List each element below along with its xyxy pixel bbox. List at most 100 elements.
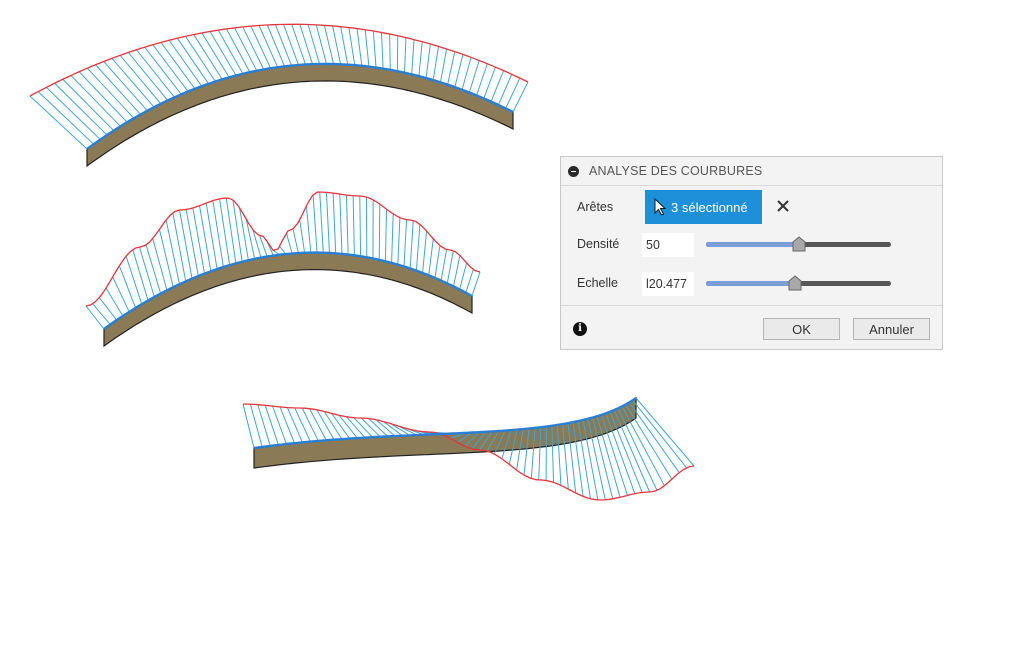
echelle-input[interactable] xyxy=(642,272,694,296)
comb-line xyxy=(279,406,295,444)
comb-line xyxy=(468,60,480,93)
echelle-slider-fill xyxy=(706,281,795,286)
curvature-analysis-dialog: ANALYSE DES COURBURES Arêtes 3 sélection… xyxy=(560,156,943,350)
comb-line xyxy=(258,25,279,68)
comb-line xyxy=(92,303,111,325)
comb-line xyxy=(264,405,279,446)
comb-line xyxy=(418,41,423,77)
ok-button[interactable]: OK xyxy=(763,318,840,340)
comb-line xyxy=(428,238,434,276)
comb-line xyxy=(274,24,292,66)
comb-line xyxy=(165,219,180,285)
comb-line xyxy=(632,399,687,469)
comb-line xyxy=(403,219,408,267)
comb-line xyxy=(447,51,456,85)
comb-line xyxy=(391,213,394,263)
comb-line xyxy=(434,245,441,278)
comb-line xyxy=(285,232,293,254)
comb-line xyxy=(178,209,193,279)
collapse-icon[interactable] xyxy=(568,165,579,177)
comb-line xyxy=(291,24,306,65)
comb-line xyxy=(176,37,209,85)
comb-line xyxy=(127,52,169,101)
comb-line xyxy=(185,209,199,277)
comb-line xyxy=(409,220,414,269)
comb-line xyxy=(111,58,155,108)
comb-line xyxy=(250,25,272,69)
comb-line xyxy=(319,191,324,253)
comb-line xyxy=(339,194,343,254)
comb-line xyxy=(483,66,496,99)
comb-line xyxy=(299,219,306,253)
comb-line xyxy=(46,86,101,140)
comb-line xyxy=(425,43,431,79)
comb-line xyxy=(29,95,88,150)
densite-label: Densité xyxy=(577,237,620,251)
comb-line xyxy=(152,238,168,291)
comb-line xyxy=(621,406,665,486)
curvature-comb-wave[interactable] xyxy=(85,191,481,348)
comb-line xyxy=(332,193,337,254)
comb-line xyxy=(404,37,407,73)
densite-input[interactable] xyxy=(642,233,694,257)
comb-line xyxy=(266,24,285,67)
comb-line xyxy=(364,29,370,67)
slider-thumb-icon[interactable] xyxy=(788,275,802,291)
echelle-label: Echelle xyxy=(577,276,618,290)
comb-line xyxy=(168,39,203,87)
comb-line xyxy=(192,207,206,274)
comb-line xyxy=(136,49,175,98)
comb-line xyxy=(384,209,388,262)
comb-line xyxy=(132,249,149,301)
info-icon[interactable]: i xyxy=(573,322,587,336)
comb-line xyxy=(112,276,130,313)
comb-line xyxy=(193,34,223,80)
comb-line xyxy=(37,91,95,145)
comb-line xyxy=(138,246,155,298)
slider-thumb-icon[interactable] xyxy=(792,236,806,252)
curvature-comb-s-curve[interactable] xyxy=(242,396,695,501)
comb-line xyxy=(440,249,448,281)
comb-line xyxy=(316,409,335,440)
comb-line xyxy=(411,39,415,75)
comb-line xyxy=(380,32,384,69)
comb-line xyxy=(301,407,319,442)
echelle-slider[interactable] xyxy=(706,275,891,291)
comb-line xyxy=(152,44,189,92)
cursor-icon xyxy=(654,198,666,216)
comb-line xyxy=(465,269,474,293)
comb-line xyxy=(309,408,327,441)
comb-line xyxy=(299,24,313,65)
comb-line xyxy=(201,32,230,78)
comb-line xyxy=(345,195,349,255)
dialog-title: ANALYSE DES COURBURES xyxy=(589,164,763,178)
comb-line xyxy=(389,34,391,70)
cancel-button[interactable]: Annuler xyxy=(853,318,930,340)
dialog-header: ANALYSE DES COURBURES xyxy=(561,157,942,186)
comb-line xyxy=(340,26,349,65)
comb-line xyxy=(454,54,464,88)
selection-count: 3 sélectionné xyxy=(671,199,748,215)
comb-line xyxy=(439,48,448,83)
densite-slider[interactable] xyxy=(706,236,891,252)
comb-line xyxy=(353,417,373,438)
comb-line xyxy=(476,63,488,96)
comb-line xyxy=(160,42,196,90)
edge-selection-button[interactable]: 3 sélectionné xyxy=(645,190,762,224)
comb-line xyxy=(471,271,481,297)
comb-line xyxy=(446,250,454,284)
comb-line xyxy=(144,46,182,95)
comb-line xyxy=(305,205,312,253)
comb-line xyxy=(103,61,148,112)
comb-line xyxy=(54,82,108,136)
curvature-comb-arc[interactable] xyxy=(29,23,529,168)
comb-line xyxy=(118,265,136,309)
comb-line xyxy=(172,212,187,282)
comb-line xyxy=(617,408,658,491)
comb-line xyxy=(348,27,356,66)
comb-line xyxy=(62,78,115,131)
comb-line xyxy=(199,205,212,272)
densite-slider-fill xyxy=(706,242,799,247)
close-icon[interactable] xyxy=(775,198,791,214)
comb-line xyxy=(323,25,335,65)
